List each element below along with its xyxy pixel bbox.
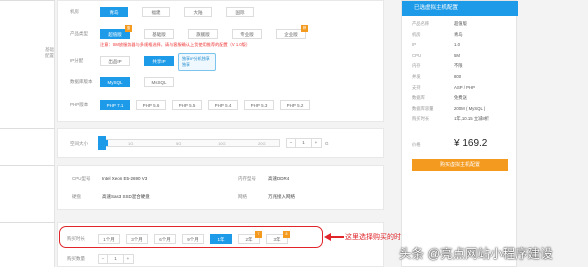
- network-label: 网络: [238, 194, 247, 199]
- database-label: 数据库版本: [70, 79, 93, 84]
- annotation-arrow-line: [330, 236, 344, 238]
- database-option-mysql[interactable]: MySQL: [100, 77, 130, 87]
- product-option-3[interactable]: 旗舰版: [188, 29, 218, 39]
- summary-row-label: 产品名称: [412, 21, 430, 26]
- price-value: ¥ 169.2: [454, 138, 488, 149]
- php-option-4[interactable]: PHP 5.4: [208, 100, 238, 110]
- database-option-mssql[interactable]: MsSQL: [144, 77, 174, 87]
- summary-row-value: 5M: [454, 52, 460, 58]
- watermark: 头条 @亮点网站小程序建设: [399, 247, 553, 261]
- region-option-2[interactable]: 福建: [142, 7, 170, 17]
- summary-row-label: 数据库: [412, 95, 425, 101]
- space-label: 空间大小: [70, 141, 88, 146]
- quantity-plus-button[interactable]: +: [123, 255, 132, 263]
- summary-row-value: 不限: [454, 63, 463, 69]
- summary-row-value: 免费送: [454, 95, 467, 101]
- cpu-label: CPU型号: [72, 176, 91, 181]
- summary-row-value: 1年,10.15 立减8折: [454, 116, 490, 122]
- sidebar-label-basic: 基础配置: [45, 47, 54, 58]
- quantity-label: 购买数量: [67, 256, 85, 261]
- summary-row-value: ASP / PHP: [454, 84, 475, 90]
- space-slider-handle[interactable]: [98, 136, 106, 150]
- basic-config-block: 机房 青岛 福建 大陆 国际 产品类型 超值版 惠 基础版 旗舰版 专业版 企业…: [57, 0, 384, 122]
- summary-row-label: 数据库容量: [412, 105, 434, 111]
- duration-annotation: 这里选择购买的时间: [345, 234, 408, 241]
- php-option-5[interactable]: PHP 5.3: [244, 100, 274, 110]
- sidebar-section-hardware: [0, 165, 55, 210]
- space-tick-1: 1G: [128, 141, 134, 146]
- quantity-stepper[interactable]: −1 +: [98, 254, 134, 264]
- sidebar-section-basic: 基础配置: [0, 0, 55, 120]
- summary-header: 已选虚拟主机配置: [402, 1, 518, 16]
- space-unit: G: [325, 141, 329, 146]
- ip-tooltip: 独享IP分机独享 独享: [178, 53, 216, 71]
- sidebar-section-purchase: [0, 222, 55, 267]
- network-value: 万兆接入网络: [268, 194, 295, 199]
- space-value[interactable]: 1: [296, 139, 311, 147]
- ip-label: IP分配: [70, 58, 84, 63]
- ip-option-1[interactable]: 出品IP: [100, 56, 130, 66]
- ip-tooltip-line-2: 独享: [182, 62, 190, 67]
- region-option-3[interactable]: 大陆: [184, 7, 212, 17]
- summary-row-label: 购买时长: [412, 116, 430, 122]
- php-option-6[interactable]: PHP 5.2: [280, 100, 310, 110]
- ip-option-2[interactable]: 共享IP: [144, 56, 174, 66]
- cpu-value: Intel Xeon E5-2690 V3: [102, 176, 148, 181]
- order-summary: 已选虚拟主机配置 产品名称 超值版机房 青岛 IP 1.0 CPU 5M 内存 不限并发 800 支…: [401, 0, 518, 267]
- price-label: 价格: [412, 142, 421, 147]
- space-slider[interactable]: [100, 139, 280, 147]
- summary-row-value: 超值版: [454, 21, 467, 26]
- php-option-1[interactable]: PHP 7.1: [100, 100, 130, 110]
- memory-value: 高速DDR4: [268, 176, 290, 181]
- summary-row-value: 800: [454, 74, 462, 79]
- space-minus-button[interactable]: −: [287, 139, 296, 147]
- summary-row-label: IP: [412, 42, 417, 48]
- php-option-2[interactable]: PHP 5.6: [136, 100, 166, 110]
- space-tick-4: 20G: [258, 141, 266, 146]
- space-plus-button[interactable]: +: [311, 139, 320, 147]
- summary-row-label: 支持: [412, 84, 421, 90]
- php-label: PHP版本: [70, 102, 89, 107]
- memory-label: 内存型号: [238, 176, 256, 181]
- quantity-minus-button[interactable]: −: [99, 255, 108, 263]
- php-option-3[interactable]: PHP 5.5: [172, 100, 202, 110]
- disk-value: 高速Sas3 SSD混合硬盘: [102, 194, 150, 199]
- product-option-2[interactable]: 基础版: [144, 29, 174, 39]
- summary-row-label: 机房: [412, 31, 421, 37]
- region-label: 机房: [70, 9, 79, 14]
- sidebar-section-space: [0, 128, 55, 158]
- space-tick-2: 5G: [176, 141, 182, 146]
- disk-label: 硬盘: [72, 194, 81, 199]
- product-badge-icon: 惠: [125, 25, 132, 32]
- summary-row-label: CPU: [412, 52, 422, 58]
- product-warning: 注意：SM放服务器与多规格选择，请与客服确认上货使用推荐的配置（V 1.0版）: [100, 42, 251, 47]
- summary-row-label: 并发: [412, 74, 421, 79]
- hardware-block: CPU型号 Intel Xeon E5-2690 V3 内存型号 高速DDR4 …: [57, 165, 384, 210]
- buy-button[interactable]: 购买虚拟主机配置: [412, 159, 508, 171]
- space-tick-3: 10G: [218, 141, 226, 146]
- summary-row-value: 200M ( MySQL ): [454, 105, 486, 111]
- summary-row-label: 内存: [412, 63, 421, 69]
- product-option-4[interactable]: 专业版: [232, 29, 262, 39]
- summary-row-value: 青岛: [454, 31, 463, 37]
- space-config-block: 空间大小 1G 5G 10G 20G −1 + G: [57, 128, 384, 158]
- sidebar: 基础配置: [0, 0, 55, 267]
- product-type-label: 产品类型: [70, 31, 88, 36]
- product-badge-icon-2: 荐: [301, 25, 308, 32]
- space-stepper[interactable]: −1 +: [286, 138, 322, 148]
- region-option-1[interactable]: 青岛: [100, 7, 128, 17]
- region-option-4[interactable]: 国际: [226, 7, 254, 17]
- summary-row-value: 1.0: [454, 42, 460, 48]
- quantity-value[interactable]: 1: [108, 255, 123, 263]
- duration-highlight-box: [59, 226, 323, 248]
